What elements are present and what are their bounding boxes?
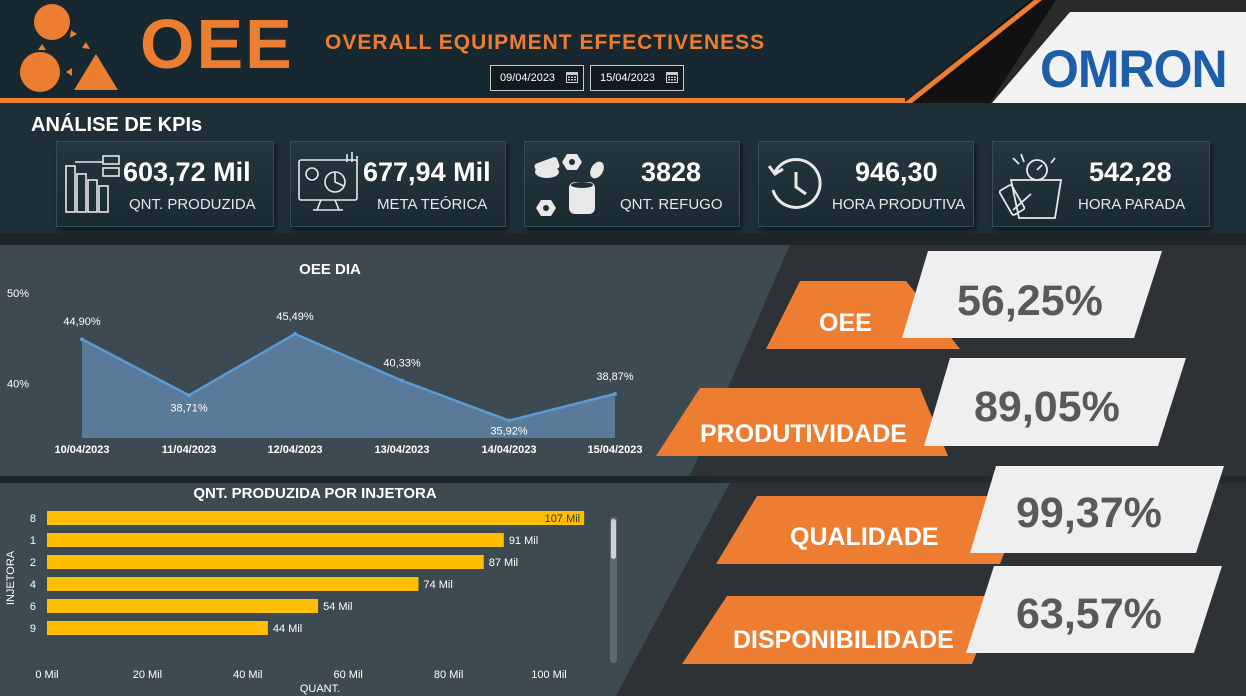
kpi-value: 542,28 [1089,157,1172,187]
start-date-value: 09/04/2023 [500,72,556,84]
app-subtitle: OVERALL EQUIPMENT EFFECTIVENESS [325,31,766,54]
kpi-label: HORA PRODUTIVA [832,196,966,213]
header: OEE OVERALL EQUIPMENT EFFECTIVENESS 09/0… [0,0,1246,103]
calendar-icon[interactable] [666,71,678,83]
parts-icon [534,154,604,216]
kpi-section: ANÁLISE DE KPIs 603,72 Mil QNT. PRODUZID… [0,103,1246,233]
kpi-label: META TEÓRICA [377,196,488,213]
kpi-label: QNT. REFUGO [620,196,723,213]
app-title: OEE [140,5,294,83]
calendar-icon[interactable] [566,71,578,83]
metric-label: QUALIDADE [790,523,939,551]
oee-logo-icon [20,4,118,92]
kpi-card-hora-parada: 542,28 HORA PARADA [992,141,1210,227]
metric-label: OEE [819,309,872,337]
kpi-value: 603,72 Mil [123,157,251,187]
kpi-section-title: ANÁLISE DE KPIs [31,114,203,136]
kpi-value: 946,30 [855,157,938,187]
kpi-label: QNT. PRODUZIDA [129,196,256,213]
kpi-card-meta-teorica: 677,94 Mil META TEÓRICA [290,141,506,227]
bar-chart-icon [65,155,120,213]
kpi-card-qnt-refugo: 3828 QNT. REFUGO [524,141,740,227]
start-date-input[interactable]: 09/04/2023 [490,65,584,91]
kpi-card-hora-produtiva: 946,30 HORA PRODUTIVA [758,141,974,227]
kpi-value: 3828 [641,157,702,187]
metric-label: DISPONIBILIDADE [733,626,954,654]
metric-value: 89,05% [974,383,1120,431]
kpi-label: HORA PARADA [1078,196,1186,213]
kpi-value: 677,94 Mil [363,157,491,187]
metric-value: 63,57% [1016,590,1162,638]
end-date-value: 15/04/2023 [600,72,656,84]
kpi-card-qnt-produzida: 603,72 Mil QNT. PRODUZIDA [56,141,274,227]
history-clock-icon [767,158,822,209]
end-date-input[interactable]: 15/04/2023 [590,65,684,91]
metric-label: PRODUTIVIDADE [700,420,907,448]
monitor-chart-icon [298,152,358,211]
stopwatch-icon [999,153,1063,219]
main-area: OEE DIA 50% 40% 44,90% 38,71% 45,49% 40,33% 35… [0,233,1246,696]
metric-value: 56,25% [957,277,1103,325]
brand-logo: OMRON [1040,39,1228,99]
metric-value: 99,37% [1016,489,1162,537]
